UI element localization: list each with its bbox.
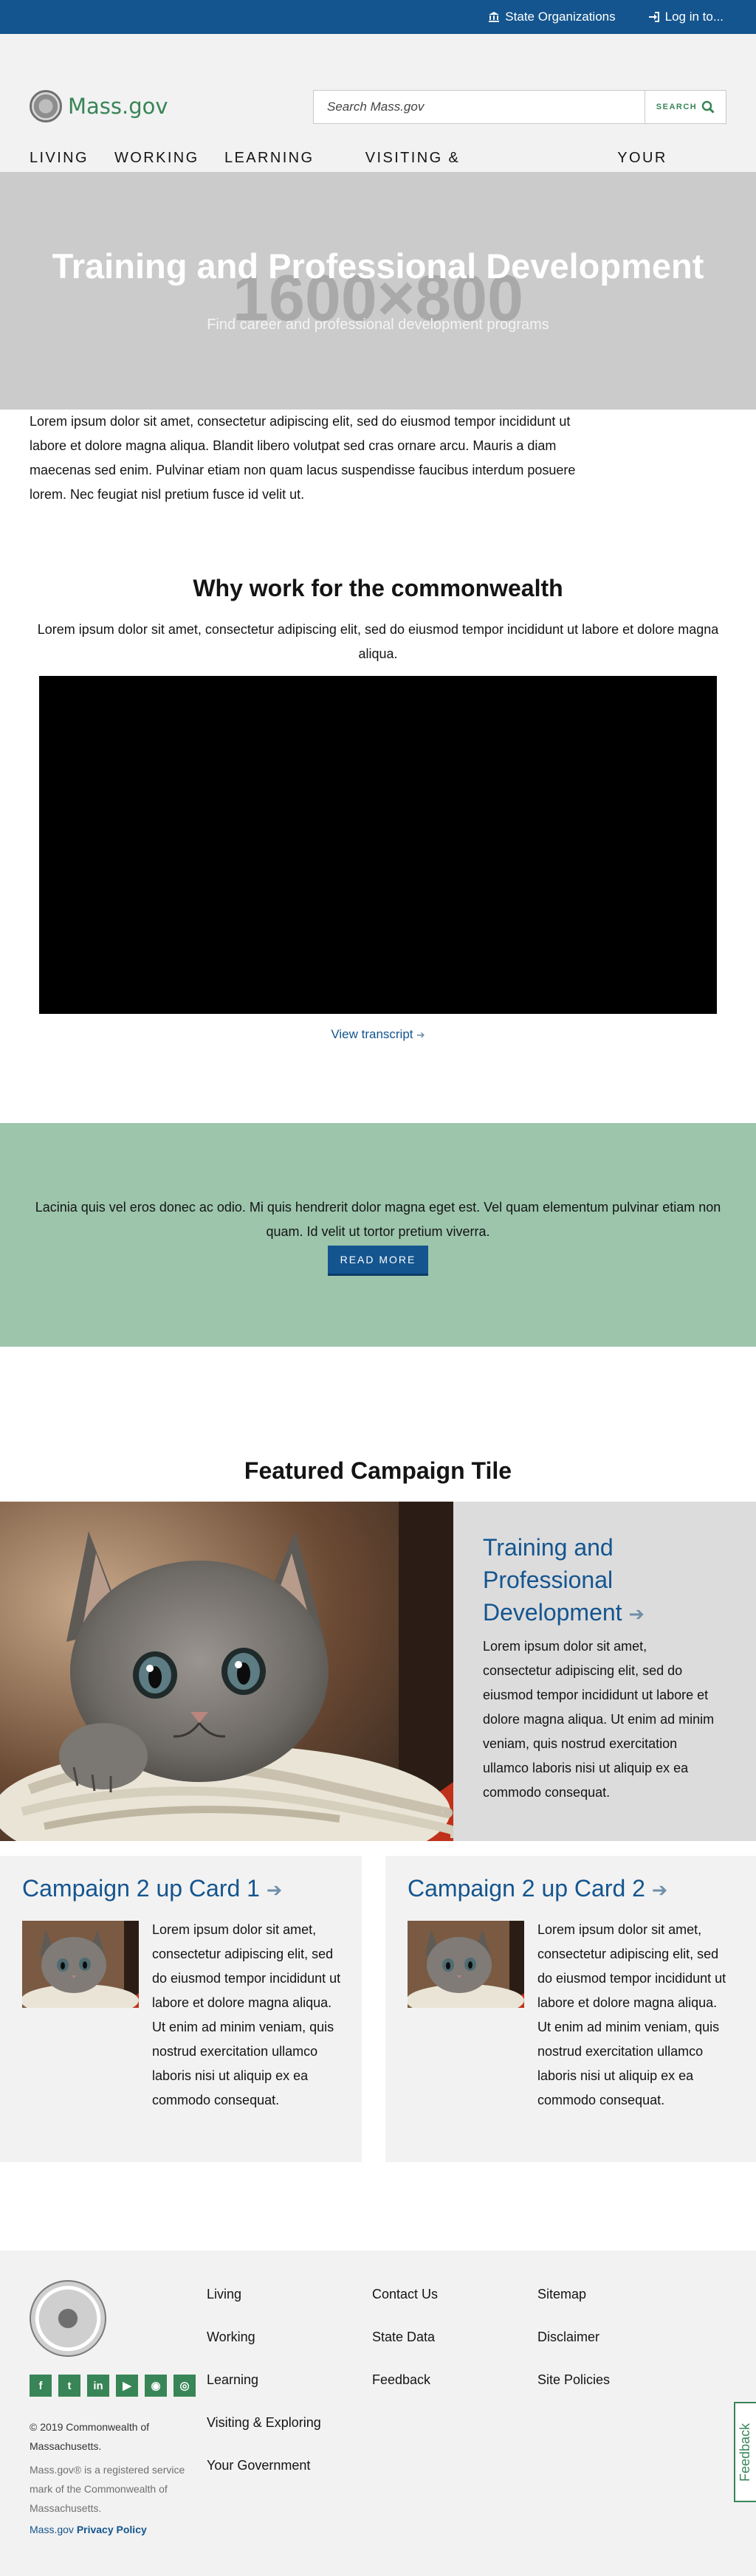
- kitten-thumbnail: [22, 1921, 139, 2008]
- logo-text: Mass.gov: [68, 94, 168, 119]
- featured-campaign-text: Lorem ipsum dolor sit amet, consectetur …: [483, 1639, 715, 1800]
- view-transcript-label: View transcript: [331, 1027, 413, 1041]
- kitten-thumbnail-illustration: [22, 1921, 139, 2008]
- search-button[interactable]: SEARCH: [645, 91, 726, 123]
- featured-campaign-title: Training and Professional Development: [483, 1534, 622, 1626]
- footer-link-state-data[interactable]: State Data: [372, 2316, 438, 2358]
- arrow-right-icon: ➔: [266, 1880, 283, 1901]
- video-player[interactable]: [39, 676, 717, 1014]
- nav-item-working[interactable]: WORKING: [114, 146, 199, 170]
- campaign-card-title: Campaign 2 up Card 2: [408, 1875, 645, 1902]
- kitten-thumbnail: [408, 1921, 524, 2008]
- footer-link-sitemap[interactable]: Sitemap: [537, 2273, 610, 2316]
- view-transcript-link[interactable]: View transcript ➔: [0, 1027, 756, 1042]
- login-link[interactable]: Log in to...: [648, 10, 724, 24]
- callout-band: Lacinia quis vel eros donec ac odio. Mi …: [0, 1123, 756, 1347]
- login-icon: [648, 12, 659, 22]
- read-more-button[interactable]: READ MORE: [328, 1246, 428, 1274]
- facebook-icon[interactable]: f: [30, 2375, 52, 2397]
- massachusetts-seal-icon: [30, 90, 62, 122]
- footer-link-site-policies[interactable]: Site Policies: [537, 2358, 610, 2401]
- copyright-text: © 2019 Commonwealth of Massachusetts.: [30, 2421, 150, 2452]
- privacy-policy-link[interactable]: Mass.gov Privacy Policy: [30, 2524, 147, 2535]
- arrow-right-icon: ➔: [628, 1604, 645, 1625]
- callout-text: Lacinia quis vel eros donec ac odio. Mi …: [35, 1200, 721, 1239]
- featured-campaign-heading: Featured Campaign Tile: [244, 1457, 512, 1484]
- trademark-text: Mass.gov® is a registered service mark o…: [30, 2464, 185, 2514]
- footer-column-topics: Living Working Learning Visiting & Explo…: [207, 2273, 321, 2487]
- nav-item-living[interactable]: LIVING: [30, 146, 89, 170]
- campaign-card-title: Campaign 2 up Card 1: [22, 1875, 260, 1902]
- search-button-label: SEARCH: [656, 103, 698, 111]
- footer-link-learning[interactable]: Learning: [207, 2358, 321, 2401]
- campaign-card-link[interactable]: Campaign 2 up Card 2 ➔: [408, 1875, 667, 1902]
- featured-campaign-tile: Training and Professional Development ➔ …: [0, 1502, 756, 1841]
- instagram-icon[interactable]: ◎: [173, 2375, 196, 2397]
- campaign-card-link[interactable]: Campaign 2 up Card 1 ➔: [22, 1875, 282, 1902]
- kitten-illustration: [0, 1502, 453, 1841]
- social-links: f t in ▶ ◉ ◎: [30, 2375, 196, 2397]
- kitten-image: [0, 1502, 453, 1841]
- state-organizations-label: State Organizations: [505, 10, 616, 24]
- footer-link-contact-us[interactable]: Contact Us: [372, 2273, 438, 2316]
- rss-icon[interactable]: ◉: [145, 2375, 167, 2397]
- arrow-right-icon: ➔: [416, 1029, 425, 1040]
- youtube-icon[interactable]: ▶: [116, 2375, 138, 2397]
- building-icon: [489, 12, 500, 22]
- utility-bar: State Organizations Log in to...: [0, 0, 756, 34]
- page-title: Training and Professional Development: [52, 246, 704, 286]
- footer-link-visiting-exploring[interactable]: Visiting & Exploring: [207, 2401, 321, 2444]
- footer-link-your-government[interactable]: Your Government: [207, 2444, 321, 2487]
- search-input[interactable]: [314, 91, 645, 123]
- footer-link-working[interactable]: Working: [207, 2316, 321, 2358]
- site-footer: f t in ▶ ◉ ◎ © 2019 Commonwealth of Mass…: [0, 2251, 756, 2576]
- footer-column-contact: Contact Us State Data Feedback: [372, 2273, 438, 2401]
- feedback-tab[interactable]: Feedback: [734, 2402, 756, 2502]
- footer-link-feedback[interactable]: Feedback: [372, 2358, 438, 2401]
- site-logo[interactable]: Mass.gov: [30, 90, 168, 122]
- campaign-card-text: Lorem ipsum dolor sit amet, consectetur …: [152, 1922, 341, 2107]
- nav-item-learning[interactable]: LEARNING: [224, 146, 314, 170]
- search-icon: [701, 100, 715, 114]
- campaign-card: Campaign 2 up Card 2 ➔ Lorem ipsum dolor…: [385, 1856, 756, 2162]
- intro-paragraph: Lorem ipsum dolor sit amet, consectetur …: [30, 414, 576, 502]
- privacy-prefix: Mass.gov: [30, 2524, 74, 2535]
- why-work-text: Lorem ipsum dolor sit amet, consectetur …: [37, 622, 719, 661]
- massachusetts-seal-icon: [30, 2280, 106, 2357]
- state-organizations-link[interactable]: State Organizations: [488, 10, 616, 24]
- why-work-heading: Why work for the commonwealth: [193, 575, 563, 601]
- hero-banner: 1600×800 Training and Professional Devel…: [0, 172, 756, 410]
- page-subtitle: Find career and professional development…: [207, 317, 549, 333]
- kitten-thumbnail-illustration: [408, 1921, 524, 2008]
- footer-link-disclaimer[interactable]: Disclaimer: [537, 2316, 610, 2358]
- footer-link-living[interactable]: Living: [207, 2273, 321, 2316]
- twitter-icon[interactable]: t: [58, 2375, 80, 2397]
- feedback-tab-label: Feedback: [738, 2423, 753, 2482]
- campaign-card-text: Lorem ipsum dolor sit amet, consectetur …: [537, 1922, 726, 2107]
- linkedin-icon[interactable]: in: [87, 2375, 109, 2397]
- campaign-card: Campaign 2 up Card 1 ➔ Lorem ipsum dolor…: [0, 1856, 362, 2162]
- site-header: Mass.gov SEARCH LIVING WORKING LEARNING …: [0, 34, 756, 205]
- featured-campaign-link[interactable]: Training and Professional Development ➔: [483, 1531, 682, 1631]
- arrow-right-icon: ➔: [651, 1880, 668, 1901]
- hero-placeholder-image: 1600×800: [233, 261, 523, 334]
- footer-column-site: Sitemap Disclaimer Site Policies: [537, 2273, 610, 2401]
- privacy-label: Privacy Policy: [76, 2524, 147, 2535]
- login-label: Log in to...: [664, 10, 724, 24]
- search-bar: SEARCH: [313, 90, 726, 124]
